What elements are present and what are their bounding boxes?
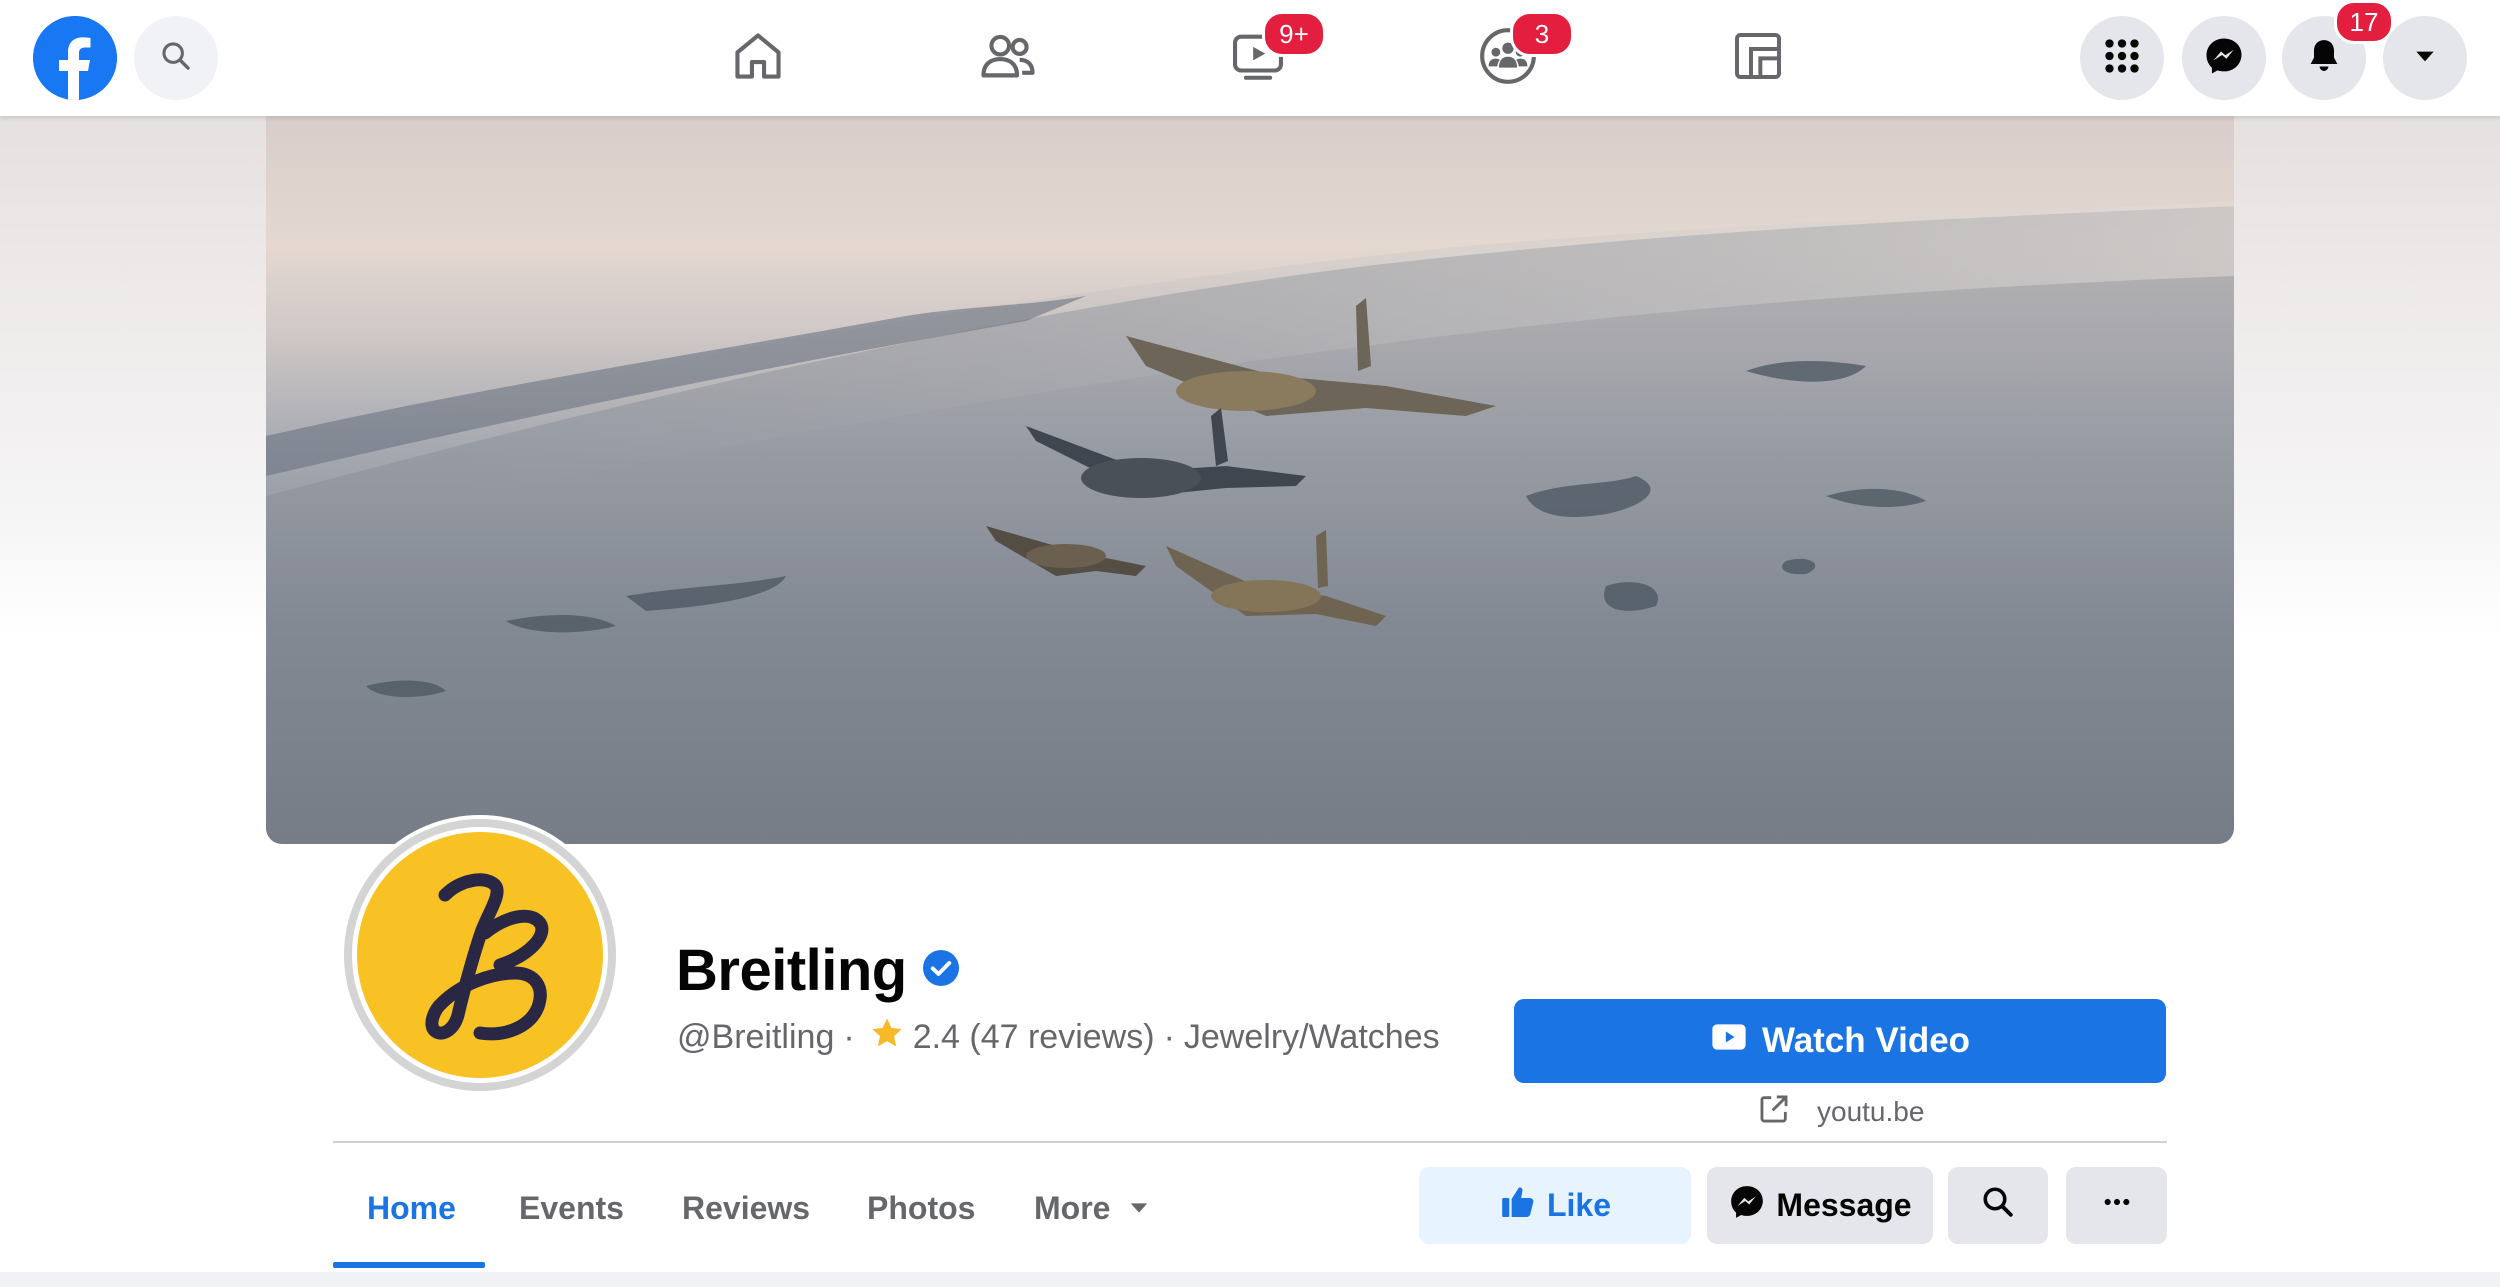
messenger-icon <box>1728 1183 1776 1229</box>
search-button[interactable] <box>134 16 218 100</box>
nav-friends[interactable] <box>972 22 1044 94</box>
external-link-text: youtu.be <box>1817 1096 1925 1127</box>
meta-separator: · <box>1163 1017 1175 1056</box>
youtube-icon <box>1710 1018 1762 1065</box>
caret-down-icon <box>2412 43 2438 74</box>
meta-separator: · <box>843 1017 855 1056</box>
page-handle: @Breitling <box>677 1017 835 1056</box>
page-name: Breitling <box>676 937 907 1003</box>
thumbs-up-icon <box>1499 1183 1547 1229</box>
tab-events[interactable]: Events <box>519 1150 624 1266</box>
home-icon <box>729 27 787 90</box>
profile-picture-border <box>344 819 616 1091</box>
message-label: Message <box>1776 1187 1912 1223</box>
ellipsis-icon <box>2101 1186 2133 1226</box>
page-background-strip <box>0 1272 2500 1287</box>
active-tab-indicator <box>333 1262 485 1268</box>
profile-picture[interactable] <box>340 815 620 1095</box>
groups-badge: 3 <box>1510 11 1574 57</box>
tab-more-label: More <box>1034 1189 1111 1226</box>
main-navigation: 9+ 3 <box>680 0 1820 116</box>
friends-icon <box>977 25 1039 92</box>
like-label: Like <box>1546 1187 1612 1223</box>
tab-reviews[interactable]: Reviews <box>682 1150 810 1266</box>
notifications-badge: 17 <box>2334 0 2394 44</box>
gaming-icon <box>1730 28 1786 89</box>
page-category[interactable]: Jewelry/Watches <box>1184 1018 1440 1057</box>
message-button[interactable]: Message <box>1707 1167 1933 1244</box>
header-divider <box>333 1141 2167 1143</box>
external-link[interactable]: youtu.be <box>1757 1094 1924 1130</box>
caret-down-icon <box>1128 1197 1150 1219</box>
grid-menu-icon <box>2102 36 2142 81</box>
star-icon <box>855 1015 913 1060</box>
tab-photos-label: Photos <box>867 1189 976 1226</box>
tab-more[interactable]: More <box>1034 1150 1150 1266</box>
tab-home-label: Home <box>367 1189 456 1226</box>
top-navigation-bar: 9+ 3 17 <box>0 0 2500 116</box>
watch-video-button[interactable]: Watch Video <box>1514 999 2166 1083</box>
nav-gaming[interactable] <box>1722 22 1794 94</box>
cover-photo[interactable] <box>266 116 2234 844</box>
account-button[interactable] <box>2383 16 2467 100</box>
facebook-logo[interactable] <box>33 16 117 100</box>
profile-picture-inner <box>352 827 608 1083</box>
watch-video-label: Watch Video <box>1761 1021 1971 1060</box>
external-link-icon <box>1757 1092 1817 1133</box>
messenger-button[interactable] <box>2182 16 2266 100</box>
like-button[interactable]: Like <box>1419 1167 1691 1244</box>
page-search-button[interactable] <box>1948 1167 2048 1244</box>
nav-home[interactable] <box>722 22 794 94</box>
page-rating[interactable]: 2.4 (47 reviews) <box>913 1018 1155 1057</box>
page-meta: @Breitling · 2.4 (47 reviews) · Jewelry/… <box>677 1014 1440 1060</box>
page-title: Breitling <box>676 934 959 1006</box>
tab-photos[interactable]: Photos <box>867 1150 975 1266</box>
search-icon <box>1980 1184 2016 1228</box>
tab-home[interactable]: Home <box>367 1150 456 1266</box>
more-options-button[interactable] <box>2066 1167 2167 1244</box>
tab-reviews-label: Reviews <box>682 1189 811 1226</box>
bell-icon <box>2304 36 2344 81</box>
tab-events-label: Events <box>519 1189 624 1226</box>
search-icon <box>159 39 193 78</box>
menu-button[interactable] <box>2080 16 2164 100</box>
verified-badge-icon <box>907 949 959 991</box>
watch-badge: 9+ <box>1262 11 1326 57</box>
messenger-icon <box>2203 35 2245 82</box>
breitling-logo <box>357 832 603 1078</box>
